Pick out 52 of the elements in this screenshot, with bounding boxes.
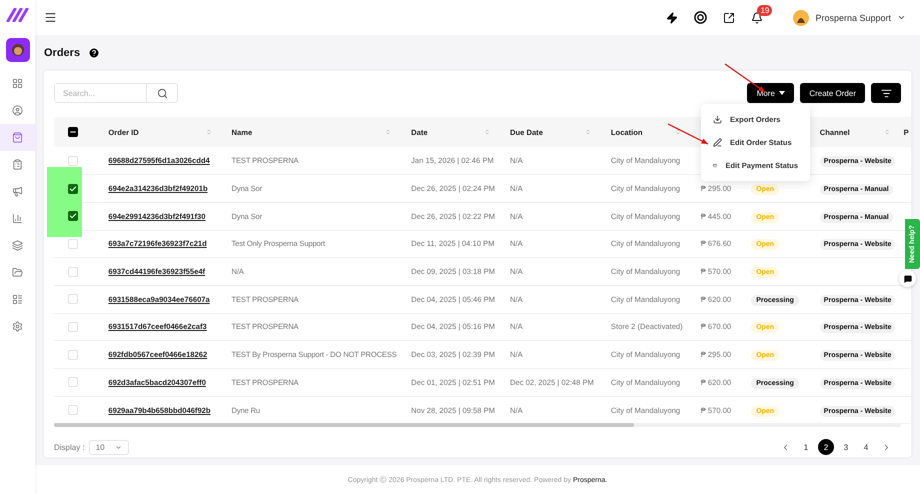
page-button[interactable]: 3	[838, 439, 854, 456]
chevron-down-icon	[114, 444, 122, 451]
search-icon[interactable]	[156, 88, 168, 98]
external-link-icon[interactable]	[723, 12, 736, 24]
page-size-select[interactable]: 10	[88, 440, 129, 455]
dashboard-icon	[12, 78, 23, 89]
settings-icon	[12, 321, 23, 332]
target-icon[interactable]	[694, 11, 708, 24]
check-icon	[69, 184, 78, 193]
user-name[interactable]: Prosperna Support	[815, 12, 891, 22]
highlight-marker	[47, 167, 82, 237]
next-page-icon[interactable]	[882, 442, 891, 452]
annotation-arrow	[668, 123, 708, 145]
chat-icon	[904, 274, 912, 282]
apps-icon	[12, 294, 23, 305]
reports-icon	[12, 159, 23, 170]
store-avatar[interactable]	[6, 38, 30, 62]
filter-icon	[880, 88, 892, 98]
row-checkbox[interactable]	[68, 211, 78, 222]
page-button[interactable]: 2	[818, 439, 834, 456]
orders-icon	[12, 132, 23, 143]
sidebar-item[interactable]	[0, 124, 35, 151]
help-icon[interactable]	[88, 47, 100, 59]
check-icon	[69, 212, 78, 220]
search-field[interactable]: Search...	[54, 83, 178, 103]
download-icon	[713, 115, 722, 124]
files-icon	[12, 267, 23, 278]
menu-icon[interactable]	[44, 11, 57, 24]
chevron-down-icon[interactable]	[897, 13, 906, 22]
previous-page-icon[interactable]	[781, 442, 790, 452]
row-checkbox[interactable]	[68, 184, 78, 194]
caret-icon	[778, 91, 785, 95]
analytics-icon	[12, 213, 23, 224]
lightning-icon[interactable]	[666, 12, 678, 24]
select-all-checkbox[interactable]	[68, 126, 78, 136]
annotation-arrow	[724, 64, 766, 92]
layers-icon	[12, 240, 23, 251]
more-button[interactable]: More	[747, 83, 794, 103]
logo-icon[interactable]	[6, 8, 30, 22]
card-icon	[713, 161, 718, 170]
page-button[interactable]: 1	[798, 439, 814, 456]
pen-icon	[713, 138, 722, 147]
display-label: Display :	[54, 442, 85, 452]
marketing-icon	[12, 186, 23, 197]
bell-icon[interactable]	[751, 12, 764, 24]
filter-button[interactable]	[871, 83, 901, 103]
create-order-button[interactable]: Create Order	[800, 83, 865, 103]
user-avatar[interactable]	[793, 10, 810, 26]
customers-icon	[12, 105, 23, 116]
notification-badge: 19	[757, 4, 772, 16]
page-title: Orders	[44, 47, 80, 59]
page-button[interactable]: 4	[858, 439, 874, 456]
